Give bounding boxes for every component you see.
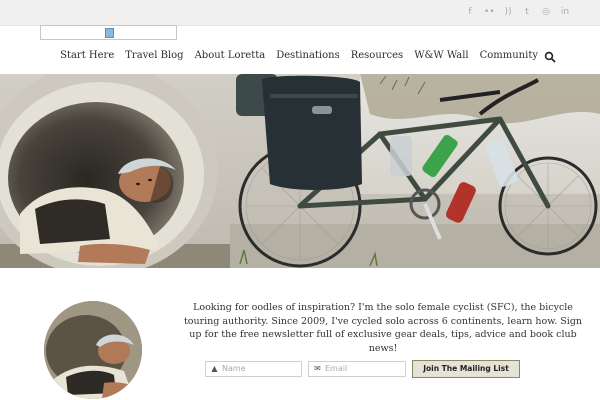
logo-image-icon [105,28,114,38]
top-utility-bar: f •• )) t ◎ in [0,0,600,26]
search-icon[interactable] [544,51,556,63]
join-mailing-list-button[interactable]: Join The Mailing List [412,360,520,378]
facebook-icon[interactable]: f [465,6,475,18]
intro-text: Looking for oodles of inspiration? I'm t… [183,302,583,354]
nav-item-ww-wall[interactable]: W&W Wall [414,50,468,61]
nav-item-community[interactable]: Community [480,50,538,61]
nav-item-resources[interactable]: Resources [351,50,403,61]
flickr-icon[interactable]: •• [484,6,495,18]
rss-icon[interactable]: )) [503,6,513,18]
user-icon: ▲ [211,364,218,373]
nav-item-start-here[interactable]: Start Here [60,50,114,61]
email-placeholder: Email [325,364,348,373]
avatar-image [44,301,142,399]
hero-illustration [0,74,600,268]
hero-image [0,74,600,268]
name-placeholder: Name [222,364,246,373]
avatar [44,301,142,399]
email-field[interactable]: ✉ Email [308,361,406,377]
social-links: f •• )) t ◎ in [465,6,570,18]
main-navigation: Start Here Travel Blog About Loretta Des… [60,50,538,61]
envelope-icon: ✉ [314,364,321,373]
nav-item-about-loretta[interactable]: About Loretta [195,50,266,61]
twitter-icon[interactable]: t [522,6,532,18]
instagram-icon[interactable]: ◎ [541,6,551,18]
linkedin-icon[interactable]: in [560,6,570,18]
name-field[interactable]: ▲ Name [205,361,302,377]
site-logo[interactable] [40,25,177,40]
nav-item-destinations[interactable]: Destinations [276,50,340,61]
nav-item-travel-blog[interactable]: Travel Blog [125,50,183,61]
